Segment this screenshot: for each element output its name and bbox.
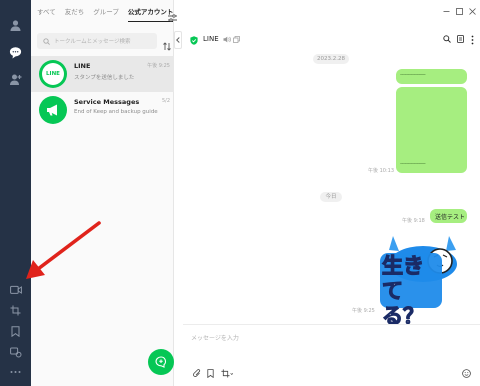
chevron-left-icon <box>176 37 180 43</box>
annotation-arrow <box>26 221 101 279</box>
line-app: すべて 友だち グループ 公式アカウント トークルームとメッセージ検索 LINE… <box>0 0 480 386</box>
new-chat-icon <box>155 356 166 368</box>
collapse-list-button[interactable] <box>174 31 182 49</box>
new-chat-button[interactable] <box>148 349 174 375</box>
